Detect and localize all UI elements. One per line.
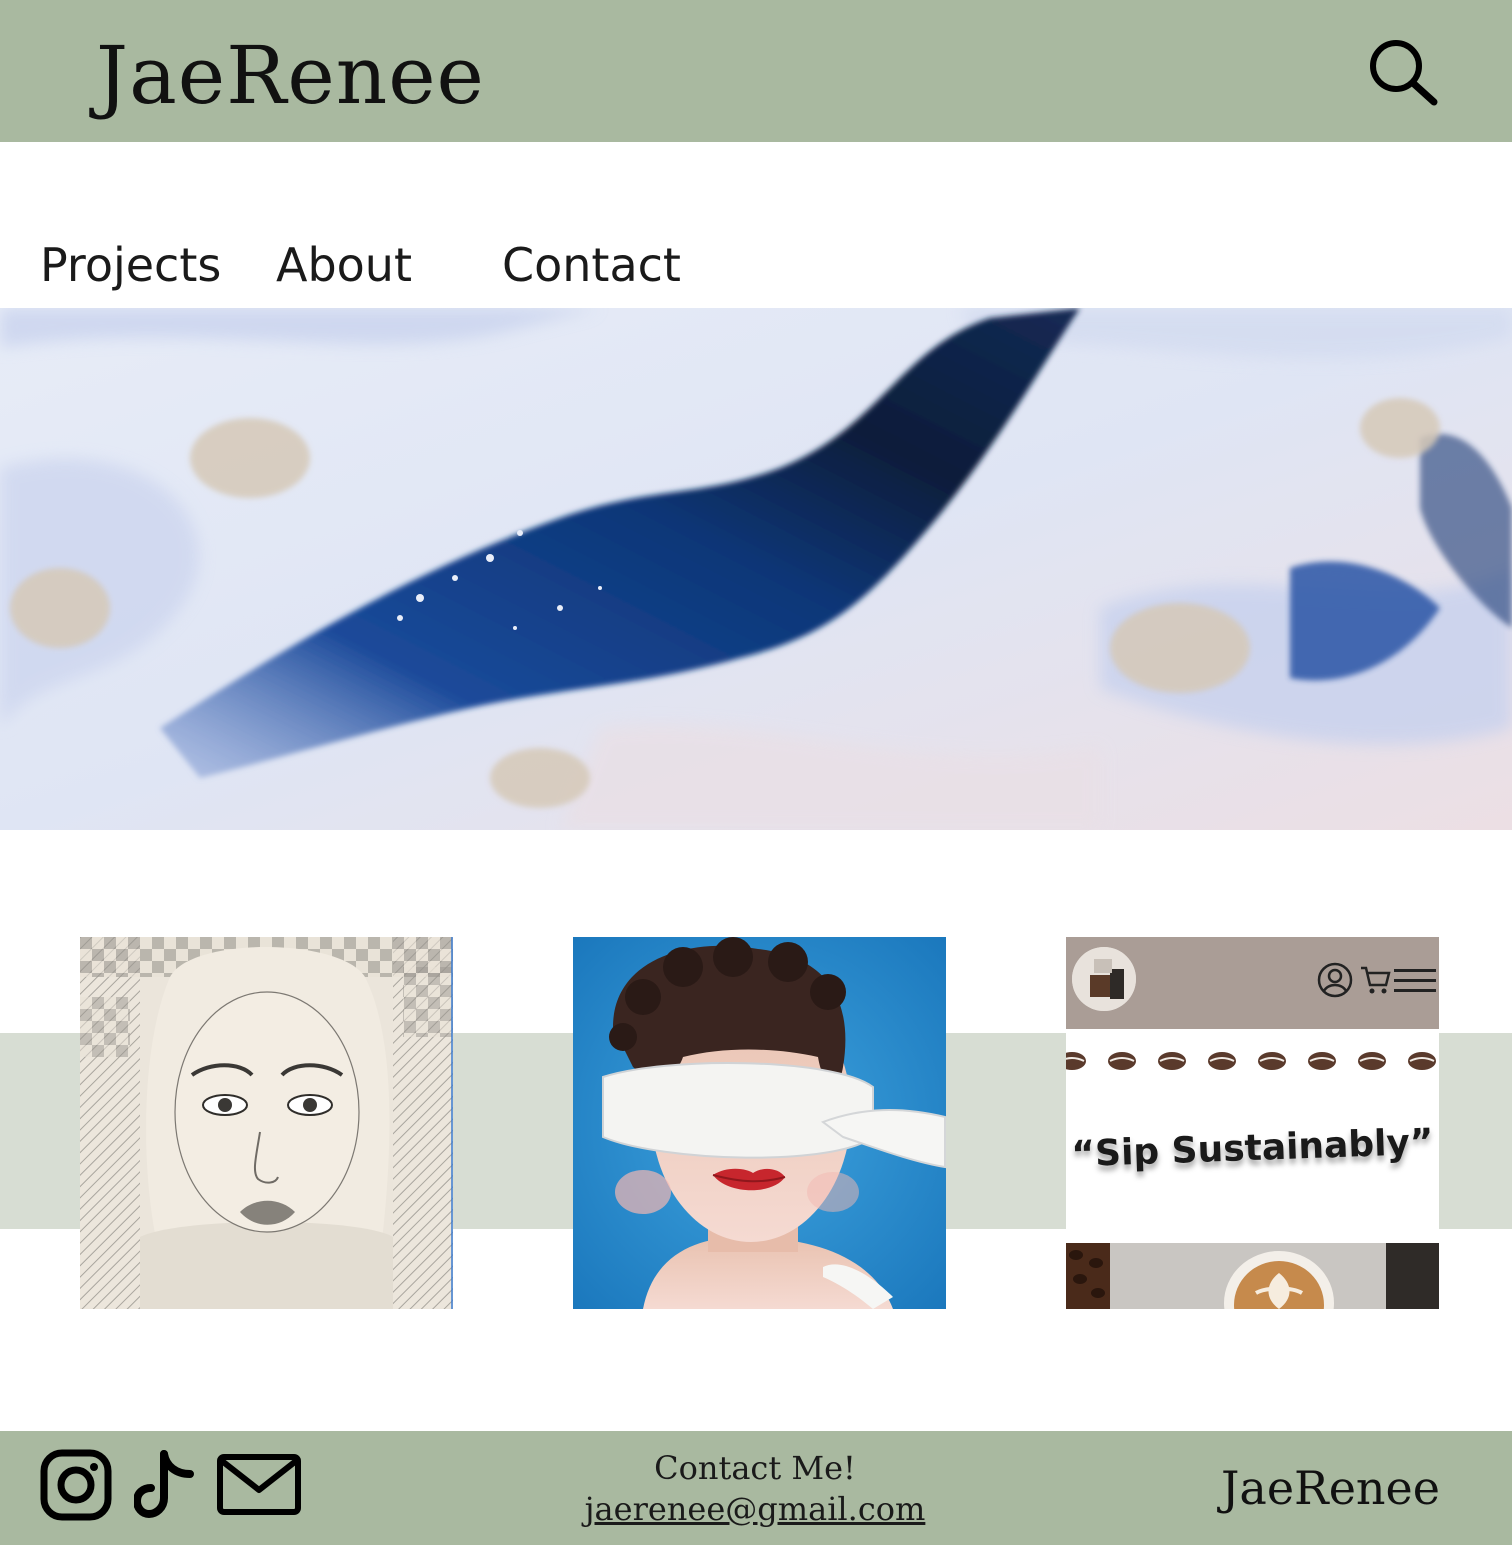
cart-icon[interactable] xyxy=(1358,963,1392,1002)
footer-brand: JaeRenee xyxy=(1220,1461,1440,1515)
contact-title: Contact Me! xyxy=(654,1449,856,1487)
latte-photo xyxy=(1066,1243,1439,1309)
tagline: “Sip Sustainably” xyxy=(1070,1121,1435,1176)
project-tile-coffee-app[interactable]: “Sip Sustainably” xyxy=(1066,937,1439,1309)
project-tile-blindfold-portrait[interactable] xyxy=(573,937,946,1309)
menu-icon[interactable] xyxy=(1394,967,1436,1000)
nav-about[interactable]: About xyxy=(276,236,412,294)
coffee-bean-row xyxy=(1066,1049,1439,1078)
contact-email-link[interactable]: jaerenee@gmail.com xyxy=(555,1489,955,1529)
nav-projects[interactable]: Projects xyxy=(40,236,221,294)
hero-image xyxy=(0,308,1512,830)
site-header: JaeRenee xyxy=(0,0,1512,142)
search-icon[interactable] xyxy=(1364,36,1440,108)
app-logo-avatar xyxy=(1072,947,1136,1011)
mail-icon[interactable] xyxy=(216,1448,302,1527)
nav-contact[interactable]: Contact xyxy=(502,236,681,294)
instagram-icon[interactable] xyxy=(40,1448,112,1527)
project-tile-pencil-portrait[interactable] xyxy=(80,937,453,1309)
main-nav: Projects About Contact xyxy=(0,236,800,296)
brand-logo[interactable]: JaeRenee xyxy=(96,26,485,126)
tiktok-icon[interactable] xyxy=(132,1448,196,1527)
user-icon[interactable] xyxy=(1316,961,1354,1004)
